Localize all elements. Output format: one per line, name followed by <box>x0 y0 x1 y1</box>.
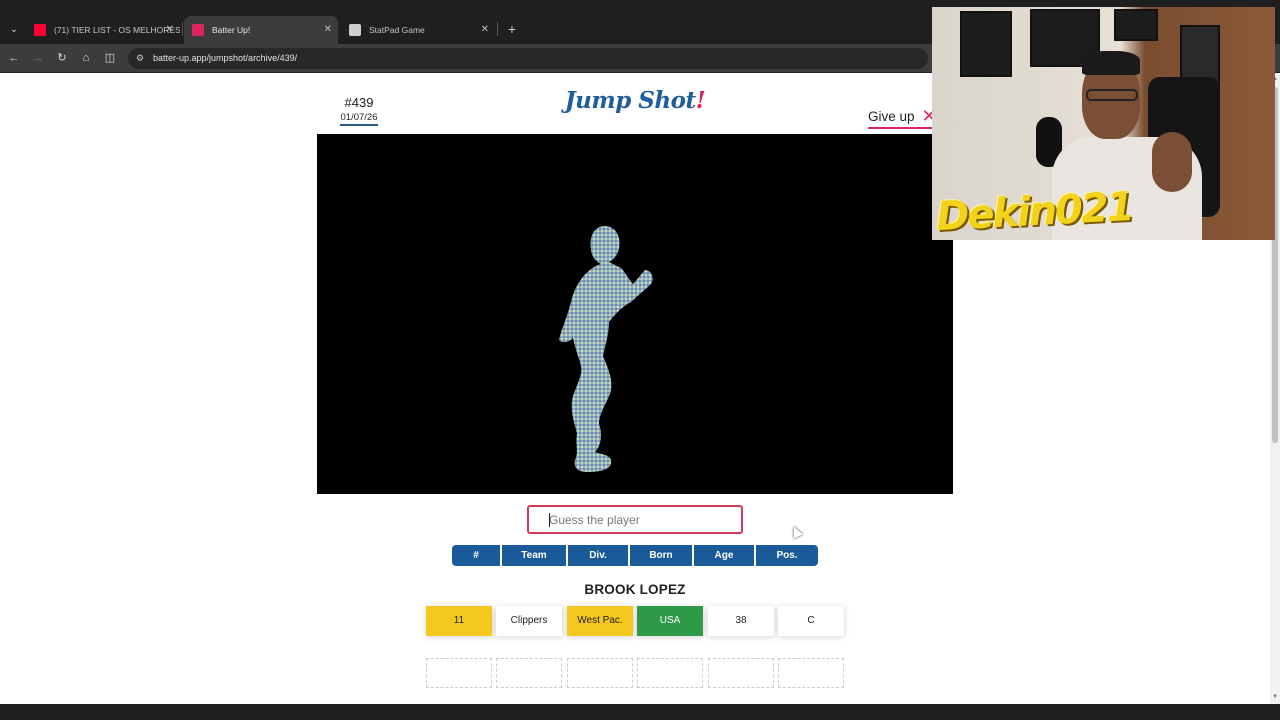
cell-team: Clippers <box>496 606 562 636</box>
statpad-icon <box>349 24 361 36</box>
empty-cell <box>496 658 562 688</box>
jump-shot-logo: Jump Shot! <box>535 87 735 114</box>
scroll-down-arrow-icon[interactable]: ▼ <box>1271 693 1279 701</box>
tab-divider <box>182 22 183 36</box>
wall-poster <box>1114 9 1158 41</box>
empty-cell <box>708 658 774 688</box>
tab-batter-up[interactable]: Batter Up! ✕ <box>184 16 338 44</box>
taskbar-strip <box>0 704 1280 720</box>
give-up-label: Give up <box>868 109 915 124</box>
column-headers: # Team Div. Born Age Pos. <box>452 545 818 567</box>
new-tab-button[interactable]: + <box>504 20 520 40</box>
player-silhouette <box>559 226 653 472</box>
puzzle-number: #439 <box>344 95 374 110</box>
tab-statpad[interactable]: StatPad Game ✕ <box>341 16 495 44</box>
column-header-age: Age <box>694 545 756 566</box>
column-header-position: Pos. <box>756 545 818 566</box>
wall-poster <box>960 11 1012 77</box>
puzzle-date-link[interactable]: 01/07/26 <box>340 112 378 126</box>
cell-number: 11 <box>426 606 492 636</box>
empty-cell <box>567 658 633 688</box>
guessed-player-name: BROOK LOPEZ <box>584 582 686 597</box>
tab-youtube[interactable]: (71) TIER LIST - OS MELHORES... ✕ <box>26 16 180 44</box>
tab-divider <box>497 22 498 36</box>
home-icon[interactable]: ⌂ <box>78 50 94 66</box>
close-icon[interactable]: ✕ <box>481 16 489 44</box>
url-text: batter-up.app/jumpshot/archive/439/ <box>153 53 298 63</box>
site-info-icon[interactable]: ⚙ <box>136 53 147 64</box>
youtube-icon <box>34 24 46 36</box>
give-up-button[interactable]: Give up ✕ <box>868 106 937 129</box>
glasses <box>1086 89 1138 101</box>
close-icon[interactable]: ✕ <box>166 16 174 44</box>
column-header-division: Div. <box>568 545 630 566</box>
cell-age: 38 <box>708 606 774 636</box>
split-view-icon[interactable]: ◫ <box>102 50 118 66</box>
cell-division: West Pac. <box>567 606 633 636</box>
forward-icon[interactable]: → <box>30 50 46 66</box>
empty-cell <box>637 658 703 688</box>
tab-title: Batter Up! <box>212 25 251 35</box>
back-icon[interactable]: ← <box>6 50 22 66</box>
address-bar[interactable]: ⚙ batter-up.app/jumpshot/archive/439/ <box>128 48 928 69</box>
tab-search-chevron-icon[interactable]: ⌄ <box>4 20 24 40</box>
column-header-number: # <box>452 545 502 566</box>
guess-result-row: 11 Clippers West Pac. USA 38 C <box>426 606 846 636</box>
column-header-team: Team <box>502 545 568 566</box>
guess-player-input[interactable] <box>527 505 743 534</box>
cell-born: USA <box>637 606 703 636</box>
webcam-overlay: Dekin021 <box>932 7 1275 240</box>
tab-title: (71) TIER LIST - OS MELHORES... <box>54 25 180 35</box>
empty-guess-row <box>426 658 846 688</box>
tab-title: StatPad Game <box>369 25 425 35</box>
logo-text: Jump Shot <box>564 87 696 114</box>
streamer-hand <box>1152 132 1192 192</box>
cell-position: C <box>778 606 844 636</box>
close-icon[interactable]: ✕ <box>324 16 332 44</box>
text-caret <box>549 513 550 527</box>
streamer-hair <box>1082 51 1140 75</box>
empty-cell <box>426 658 492 688</box>
logo-bang: ! <box>695 87 706 114</box>
column-header-born: Born <box>630 545 694 566</box>
reload-icon[interactable]: ↻ <box>54 50 70 66</box>
batter-up-icon <box>192 24 204 36</box>
player-silhouette-stage <box>317 134 953 494</box>
empty-cell <box>778 658 844 688</box>
